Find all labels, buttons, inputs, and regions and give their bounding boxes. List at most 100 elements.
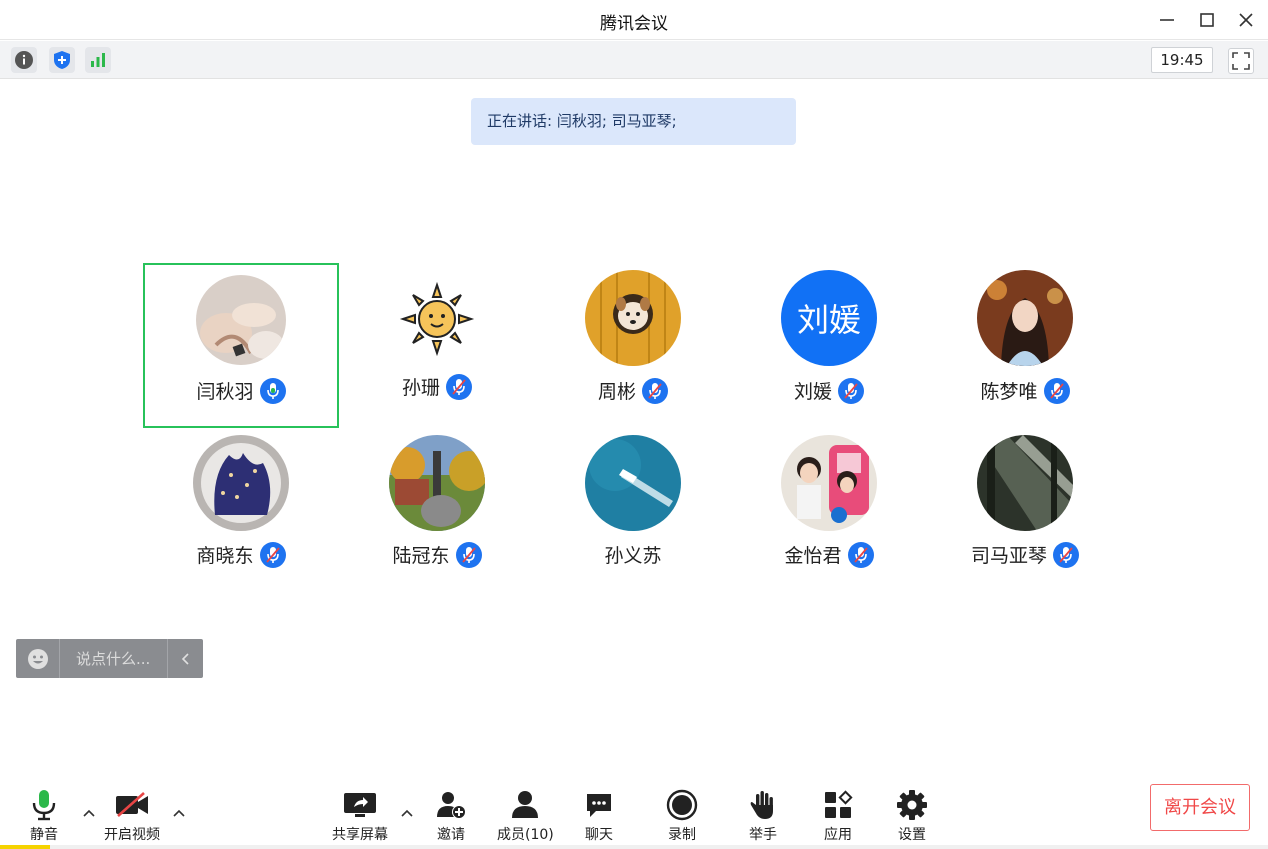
avatar	[977, 435, 1073, 531]
chevron-up-icon	[83, 809, 95, 817]
participant-tile[interactable]: 周彬	[535, 263, 731, 428]
signal-icon	[91, 53, 105, 67]
participant-tile[interactable]: 孙珊	[339, 263, 535, 428]
meeting-info-bar: 19:45	[0, 41, 1268, 79]
chevron-up-icon	[173, 809, 185, 817]
participant-name: 孙义苏	[604, 545, 662, 567]
participant-name: 孙珊	[401, 377, 440, 399]
security-button[interactable]	[49, 47, 75, 73]
collapse-chat-button[interactable]	[167, 639, 203, 678]
emoji-button[interactable]	[16, 639, 60, 678]
minimize-button[interactable]	[1155, 8, 1179, 32]
active-speakers-banner: 正在讲话: 闫秋羽; 司马亚琴;	[471, 98, 796, 145]
chat-placeholder[interactable]: 说点什么...	[60, 648, 167, 669]
meeting-info-button[interactable]	[11, 47, 37, 73]
participant-name: 刘媛	[793, 381, 832, 403]
window-title: 腾讯会议	[600, 14, 668, 34]
record-icon	[662, 788, 702, 822]
avatar	[196, 275, 286, 365]
apps-button[interactable]: 应用	[818, 788, 858, 844]
raise-hand-button[interactable]: 举手	[743, 788, 783, 844]
avatar	[193, 435, 289, 531]
info-icon	[15, 51, 33, 69]
mute-button[interactable]: 静音	[24, 788, 64, 844]
participant-tile[interactable]: 刘媛 刘媛	[731, 263, 927, 428]
members-label: 成员(10)	[497, 827, 554, 843]
apps-label: 应用	[824, 827, 852, 843]
participant-tile[interactable]: 司马亚琴	[927, 430, 1123, 595]
mic-muted-icon	[259, 541, 286, 568]
participant-name: 陆冠东	[392, 545, 450, 567]
members-button[interactable]: 成员(10)	[497, 788, 554, 844]
video-options-button[interactable]	[170, 804, 188, 822]
maximize-button[interactable]	[1195, 8, 1219, 32]
participant-name: 陈梦唯	[980, 381, 1038, 403]
smile-icon	[27, 648, 48, 669]
participant-name-row: 孙义苏	[535, 541, 731, 568]
raise-hand-label: 举手	[749, 827, 777, 843]
mic-muted-icon	[1053, 541, 1079, 568]
members-icon	[505, 788, 545, 822]
gear-icon	[892, 788, 932, 822]
mute-label: 静音	[30, 827, 58, 843]
mic-muted-icon	[1043, 377, 1070, 404]
taskbar-strip	[0, 845, 1268, 849]
participant-tile[interactable]: 金怡君	[731, 430, 927, 595]
minimize-icon	[1160, 19, 1174, 21]
close-button[interactable]	[1234, 8, 1258, 32]
apps-icon	[818, 788, 858, 822]
leave-meeting-button[interactable]: 离开会议	[1150, 784, 1250, 831]
record-label: 录制	[668, 827, 696, 843]
chat-quick-input[interactable]: 说点什么...	[16, 639, 203, 678]
participant-name: 闫秋羽	[196, 381, 254, 403]
participant-tile[interactable]: 闫秋羽	[143, 263, 339, 428]
chat-label: 聊天	[585, 827, 613, 843]
bottom-toolbar: 静音 开启视频 共享屏幕 邀请 成员(10) 聊天 录制 举手 应用 设置 离开…	[0, 780, 1268, 849]
share-screen-icon	[340, 788, 380, 822]
avatar	[977, 270, 1073, 366]
fullscreen-icon	[1232, 52, 1250, 70]
share-screen-button[interactable]: 共享屏幕	[332, 788, 388, 844]
share-options-button[interactable]	[398, 804, 416, 822]
record-button[interactable]: 录制	[662, 788, 702, 844]
participant-tile[interactable]: 陈梦唯	[927, 263, 1123, 428]
participant-name-row: 商晓东	[143, 541, 339, 568]
participant-name: 金怡君	[784, 545, 842, 567]
participant-tile[interactable]: 陆冠东	[339, 430, 535, 595]
mic-muted-icon	[838, 377, 864, 404]
share-label: 共享屏幕	[332, 827, 388, 843]
chevron-left-icon	[181, 652, 189, 665]
participant-name-row: 闫秋羽	[145, 377, 337, 404]
settings-label: 设置	[898, 827, 926, 843]
mic-muted-icon	[446, 373, 472, 400]
mic-muted-icon	[455, 541, 482, 568]
participant-tile[interactable]: 商晓东	[143, 430, 339, 595]
start-video-button[interactable]: 开启视频	[104, 788, 160, 844]
microphone-icon	[24, 788, 64, 822]
chat-icon	[579, 788, 619, 822]
add-user-icon	[431, 788, 471, 822]
meeting-clock: 19:45	[1151, 47, 1213, 73]
fullscreen-button[interactable]	[1228, 48, 1254, 74]
avatar	[585, 435, 681, 531]
video-off-icon	[112, 788, 152, 822]
participant-name: 司马亚琴	[970, 545, 1047, 567]
avatar	[585, 270, 681, 366]
audio-options-button[interactable]	[80, 804, 98, 822]
settings-button[interactable]: 设置	[892, 788, 932, 844]
mic-muted-icon	[847, 541, 874, 568]
hand-icon	[743, 788, 783, 822]
participant-name-row: 孙珊	[339, 373, 535, 400]
invite-button[interactable]: 邀请	[431, 788, 471, 844]
video-label: 开启视频	[104, 827, 160, 843]
participant-tile[interactable]: 孙义苏	[535, 430, 731, 595]
avatar-initials: 刘媛	[796, 301, 861, 339]
chat-button[interactable]: 聊天	[579, 788, 619, 844]
mic-active-icon	[259, 377, 286, 404]
participant-name-row: 陈梦唯	[927, 377, 1123, 404]
network-status-button[interactable]	[85, 47, 111, 73]
participant-name-row: 陆冠东	[339, 541, 535, 568]
maximize-icon	[1200, 13, 1214, 27]
chevron-up-icon	[401, 809, 413, 817]
invite-label: 邀请	[437, 827, 465, 843]
